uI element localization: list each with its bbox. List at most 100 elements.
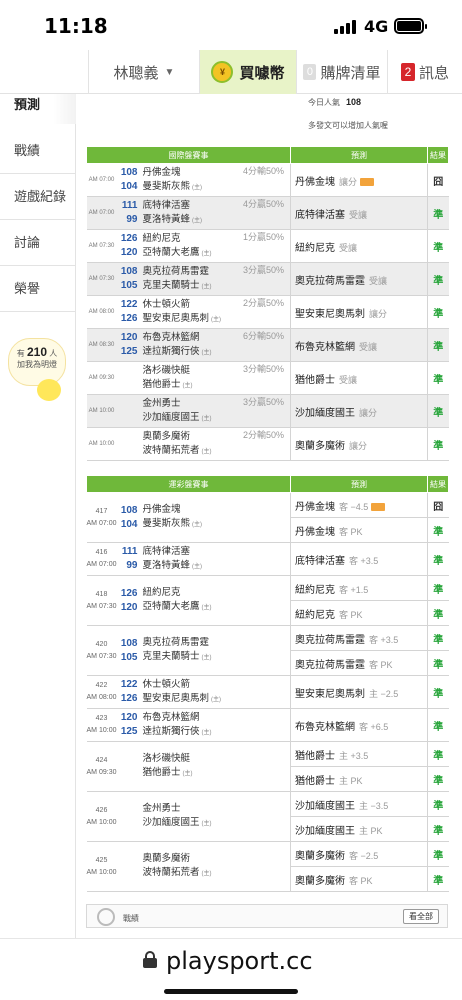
table-row: AM 07:30 108 105 奧克拉荷馬雷霆 克里夫蘭騎士 (主) 3分贏50% 奧克拉荷… <box>86 262 449 296</box>
url-text[interactable]: playsport.cc <box>166 947 313 975</box>
network-label: 4G <box>364 17 389 36</box>
pick-team: 沙加緬度國王 <box>295 825 356 837</box>
pick-team: 丹佛金塊 <box>295 526 336 538</box>
lock-icon <box>143 951 157 968</box>
home-team: 猶他爵士 <box>142 767 181 778</box>
result: 準 <box>427 361 449 395</box>
sidebar: 預測 戰績 遊戲紀錄 討論 榮譽 有 210 人 加我為明燈 <box>0 94 76 954</box>
home-tag: (主) <box>192 217 203 224</box>
team-numbers: 122 126 <box>116 295 143 329</box>
pick-line: 客 PK <box>339 526 363 537</box>
team-number-away: 108 <box>120 167 138 178</box>
result: 準 <box>427 394 449 428</box>
result: 準 <box>427 575 449 601</box>
pick-team: 沙加緬度國王 <box>295 407 356 419</box>
prediction[interactable]: 猶他爵士主 PK <box>290 766 428 792</box>
prediction[interactable]: 布魯克林籃網客 +6.5 <box>290 708 428 742</box>
result: 囧 <box>427 163 449 197</box>
team-number-away: 111 <box>121 546 138 557</box>
cart-button[interactable]: 0 購牌清單 <box>296 50 388 94</box>
pick-team: 紐約尼克 <box>295 609 336 621</box>
prediction[interactable]: 布魯克林籃網 受讓 <box>290 328 428 362</box>
lightbulb-icon <box>37 379 61 401</box>
pick-team: 奧克拉荷馬雷霆 <box>295 634 366 646</box>
prediction[interactable]: 奧蘭多魔術 讓分 <box>290 427 428 461</box>
home-tag: (主) <box>201 349 212 356</box>
prediction[interactable]: 奧蘭多魔術客 −2.5 <box>290 841 428 867</box>
table-row: AM 07:00 111 99 底特律活塞 夏洛特黃蜂 (主) 4分贏50% 底特律活塞 受讓準 <box>86 196 449 230</box>
lottery-header-result: 結果 <box>427 475 450 493</box>
team-numbers: 122 126 <box>116 675 143 709</box>
sidebar-item-predictions[interactable]: 預測 <box>0 94 76 124</box>
prediction[interactable]: 丹佛金塊客 −4.5 <box>290 492 428 518</box>
matchup: 奧蘭多魔術 波特蘭拓荒者 (主) 2分輸50% <box>142 427 291 461</box>
handicap-home: 4分贏50% <box>243 199 285 209</box>
matchup: 紐約尼克 亞特蘭大老鷹 (主) <box>142 575 291 626</box>
pick-team: 聖安東尼奧馬刺 <box>295 688 366 700</box>
buy-coins-button[interactable]: ¥ 買噱幣 <box>200 50 296 94</box>
team-numbers <box>116 427 143 461</box>
prediction[interactable]: 紐約尼克客 PK <box>290 600 428 626</box>
browser-address-bar[interactable]: playsport.cc <box>0 938 462 1000</box>
game-time: AM 09:30 <box>86 768 117 776</box>
messages-button[interactable]: 2 訊息 <box>388 50 462 94</box>
team-numbers <box>116 394 143 428</box>
result: 準 <box>427 229 449 263</box>
home-tag: (主) <box>201 729 212 736</box>
prediction[interactable]: 底特律活塞客 +3.5 <box>290 542 428 576</box>
prediction[interactable]: 聖安東尼奧馬刺 讓分 <box>290 295 428 329</box>
prediction[interactable]: 丹佛金塊 讓分 <box>290 163 428 197</box>
sidebar-item-honors[interactable]: 榮譽 <box>0 266 76 312</box>
team-number-away: 126 <box>120 587 138 599</box>
prediction[interactable]: 奧克拉荷馬雷霆客 PK <box>290 650 428 676</box>
popularity-info: 今日人氣 108 多發文可以增加人氣喔 <box>308 97 448 131</box>
table-row: 425 AM 10:00 奧蘭多魔術 波特蘭拓荒者 (主) 奧蘭多魔術客 −2.5 準 <box>86 841 449 892</box>
view-all-button[interactable]: 看全部 <box>403 909 439 924</box>
team-number-home: 99 <box>126 560 138 571</box>
home-tag: (主) <box>201 448 212 455</box>
prediction[interactable]: 奧克拉荷馬雷霆 受讓 <box>290 262 428 296</box>
prediction[interactable]: 底特律活塞 受讓 <box>290 196 428 230</box>
result: 準 <box>427 708 449 742</box>
result: 準 <box>427 328 449 362</box>
team-number-home: 126 <box>120 693 138 704</box>
team-numbers: 120 125 <box>116 328 143 362</box>
game-time: AM 10:00 <box>86 727 117 734</box>
prediction[interactable]: 沙加緬度國王主 −3.5 <box>290 791 428 817</box>
team-numbers <box>116 841 143 892</box>
follower-count: 210 <box>26 345 48 359</box>
pick-team: 底特律活塞 <box>295 209 346 221</box>
follow-lamp-badge[interactable]: 有 210 人 加我為明燈 <box>8 338 66 401</box>
pick-line: 客 +3.5 <box>349 555 379 566</box>
home-tag: (主) <box>201 655 212 661</box>
sidebar-item-record[interactable]: 戰績 <box>0 128 76 174</box>
game-time: AM 10:00 <box>86 427 117 461</box>
table-row: 424 AM 09:30 洛杉磯快艇 猶他爵士 (主) 猶他爵士主 +3.5 準 <box>86 741 449 792</box>
game-time: AM 07:30 <box>86 262 117 296</box>
prediction[interactable]: 沙加緬度國王 讓分 <box>290 394 428 428</box>
result: 準 <box>427 625 449 651</box>
away-team: 丹佛金塊 <box>142 504 181 515</box>
prediction[interactable]: 奧克拉荷馬雷霆客 +3.5 <box>290 625 428 651</box>
sidebar-item-game-log[interactable]: 遊戲紀錄 <box>0 174 76 220</box>
table-row: 423 AM 10:00 120 125 布魯克林籃網 達拉斯獨行俠 (主) 布魯克林籃網客 … <box>86 708 449 742</box>
prediction[interactable]: 聖安東尼奧馬刺主 −2.5 <box>290 675 428 709</box>
home-tag: (主) <box>211 696 222 703</box>
team-number-home: 125 <box>120 726 138 737</box>
prediction[interactable]: 紐約尼克客 +1.5 <box>290 575 428 601</box>
chevron-down-icon: ▼ <box>164 66 175 78</box>
prediction[interactable]: 沙加緬度國王主 PK <box>290 816 428 842</box>
sidebar-item-discussion[interactable]: 討論 <box>0 220 76 266</box>
prediction[interactable]: 紐約尼克 受讓 <box>290 229 428 263</box>
prediction[interactable]: 丹佛金塊客 PK <box>290 517 428 543</box>
prediction[interactable]: 猶他爵士主 +3.5 <box>290 741 428 767</box>
prediction[interactable]: 猶他爵士 受讓 <box>290 361 428 395</box>
team-number-home: 99 <box>126 214 138 225</box>
home-team: 曼斐斯灰熊 <box>142 180 191 192</box>
user-menu[interactable]: 林聰義 ▼ <box>88 50 200 94</box>
lottery-predictions-table: 運彩盤賽事 預測 結果 417 AM 07:00 108 104 丹佛金塊 曼斐斯灰熊 (主… <box>85 475 450 892</box>
prediction[interactable]: 奧蘭多魔術客 PK <box>290 866 428 892</box>
pick-line: 主 PK <box>359 825 383 836</box>
home-team: 波特蘭拓荒者 <box>142 444 200 456</box>
matchup: 底特律活塞 夏洛特黃蜂 (主) 4分贏50% <box>142 196 291 230</box>
